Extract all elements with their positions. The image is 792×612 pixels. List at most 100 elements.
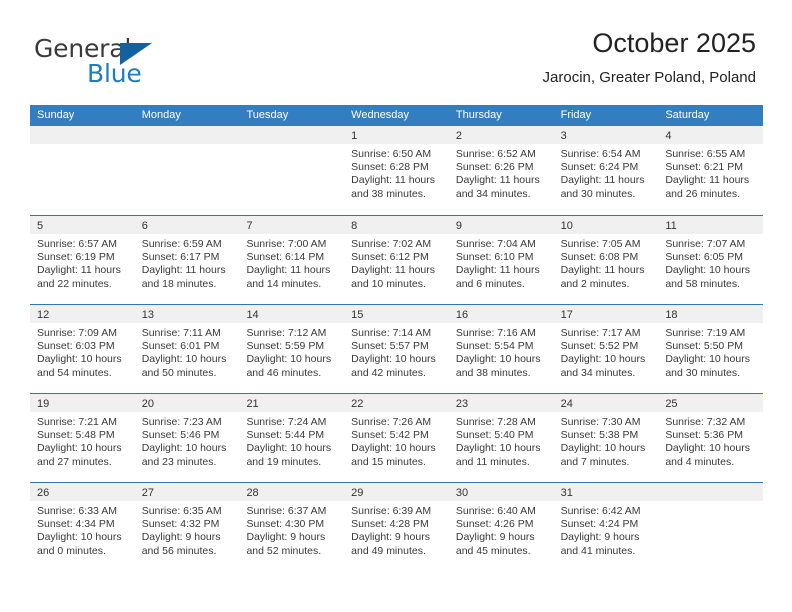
day-number-band: 18 <box>658 305 764 323</box>
daylight-text-line2: and 19 minutes. <box>246 455 322 468</box>
day-sun-info: Sunrise: 7:11 AM Sunset: 6:01 PM Daylight:… <box>135 323 240 380</box>
sunset-text: Sunset: 5:40 PM <box>455 429 534 442</box>
calendar-day-cell[interactable]: 8 Sunrise: 7:02 AM Sunset: 6:12 PM Daylight… <box>344 216 449 304</box>
day-sun-info: Sunrise: 6:55 AM Sunset: 6:21 PM Daylight:… <box>658 144 763 201</box>
calendar-day-cell[interactable]: 12 Sunrise: 7:09 AM Sunset: 6:03 PM Dayligh… <box>30 305 135 393</box>
calendar-day-cell[interactable]: 26 Sunrise: 6:33 AM Sunset: 4:34 PM Dayligh… <box>30 483 135 571</box>
calendar-day-cell[interactable]: 5 Sunrise: 6:57 AM Sunset: 6:19 PM Daylight… <box>30 216 135 304</box>
sunrise-text: Sunrise: 6:40 AM <box>455 505 536 517</box>
calendar-day-cell[interactable]: 7 Sunrise: 7:00 AM Sunset: 6:14 PM Daylight… <box>239 216 345 304</box>
day-sun-info: Sunrise: 7:12 AM Sunset: 5:59 PM Daylight:… <box>239 323 344 380</box>
day-number-band: 30 <box>448 483 554 501</box>
sunset-text: Sunset: 5:44 PM <box>246 429 325 442</box>
day-sun-info: Sunrise: 6:52 AM Sunset: 6:26 PM Daylight:… <box>449 144 554 201</box>
daylight-text-line1: Daylight: 10 hours <box>351 442 436 455</box>
calendar-day-cell[interactable]: 27 Sunrise: 6:35 AM Sunset: 4:32 PM Dayligh… <box>134 483 240 571</box>
calendar-day-cell[interactable]: 31 Sunrise: 6:42 AM Sunset: 4:24 PM Dayligh… <box>553 483 659 571</box>
weekday-header-sunday: Sunday <box>37 109 75 121</box>
calendar-day-cell[interactable]: 20 Sunrise: 7:23 AM Sunset: 5:46 PM Dayligh… <box>134 394 240 482</box>
daylight-text-line1: Daylight: 11 hours <box>455 174 540 187</box>
day-number: 3 <box>560 130 567 142</box>
day-number-band: 28 <box>239 483 345 501</box>
day-number: 2 <box>455 130 462 142</box>
daylight-text-line1: Daylight: 11 hours <box>560 174 645 187</box>
daylight-text-line2: and 58 minutes. <box>665 277 741 290</box>
day-sun-info: Sunrise: 6:59 AM Sunset: 6:17 PM Daylight:… <box>135 234 240 291</box>
location-subtitle: Jarocin, Greater Poland, Poland <box>542 69 756 86</box>
calendar-day-cell[interactable]: 9 Sunrise: 7:04 AM Sunset: 6:10 PM Daylight… <box>448 216 554 304</box>
daylight-text-line1: Daylight: 11 hours <box>37 264 121 277</box>
calendar-day-cell[interactable]: 21 Sunrise: 7:24 AM Sunset: 5:44 PM Dayligh… <box>239 394 345 482</box>
daylight-text-line1: Daylight: 11 hours <box>351 174 436 187</box>
calendar-day-cell[interactable]: 14 Sunrise: 7:12 AM Sunset: 5:59 PM Dayligh… <box>239 305 345 393</box>
day-number-band: 4 <box>658 126 764 144</box>
day-number-band: 31 <box>553 483 659 501</box>
day-number-band: 10 <box>553 216 659 234</box>
sunrise-text: Sunrise: 6:52 AM <box>455 148 536 160</box>
day-sun-info: Sunrise: 6:50 AM Sunset: 6:28 PM Daylight:… <box>344 144 449 201</box>
daylight-text-line2: and 54 minutes. <box>37 366 112 379</box>
calendar-day-cell[interactable]: 19 Sunrise: 7:21 AM Sunset: 5:48 PM Dayligh… <box>30 394 135 482</box>
daylight-text-line2: and 34 minutes. <box>560 366 636 379</box>
day-number: 6 <box>141 220 148 232</box>
sunset-text: Sunset: 5:52 PM <box>560 340 639 353</box>
day-number: 12 <box>37 309 50 321</box>
day-number-band: 25 <box>658 394 764 412</box>
day-number: 10 <box>560 220 573 232</box>
day-number-band: 7 <box>239 216 345 234</box>
daylight-text-line2: and 38 minutes. <box>351 187 426 200</box>
logo-text-blue: Blue <box>87 59 142 88</box>
calendar-day-cell[interactable]: 15 Sunrise: 7:14 AM Sunset: 5:57 PM Dayligh… <box>344 305 449 393</box>
daylight-text-line1: Daylight: 10 hours <box>246 442 332 455</box>
sunset-text: Sunset: 6:05 PM <box>665 251 743 264</box>
calendar-day-cell[interactable]: 25 Sunrise: 7:32 AM Sunset: 5:36 PM Dayligh… <box>658 394 764 482</box>
sunset-text: Sunset: 6:01 PM <box>141 340 220 353</box>
day-number-band: 5 <box>30 216 135 234</box>
sunrise-text: Sunrise: 6:57 AM <box>37 238 117 250</box>
sunrise-text: Sunrise: 6:59 AM <box>141 238 222 250</box>
daylight-text-line2: and 30 minutes. <box>560 187 636 200</box>
day-sun-info: Sunrise: 6:42 AM Sunset: 4:24 PM Daylight:… <box>554 501 659 558</box>
calendar-day-cell[interactable]: 11 Sunrise: 7:07 AM Sunset: 6:05 PM Dayligh… <box>658 216 764 304</box>
sunset-text: Sunset: 6:08 PM <box>560 251 639 264</box>
calendar-day-cell[interactable]: 13 Sunrise: 7:11 AM Sunset: 6:01 PM Dayligh… <box>134 305 240 393</box>
sunrise-text: Sunrise: 7:14 AM <box>351 327 432 339</box>
calendar-day-cell[interactable]: 28 Sunrise: 6:37 AM Sunset: 4:30 PM Dayligh… <box>239 483 345 571</box>
sunrise-text: Sunrise: 6:37 AM <box>246 505 327 517</box>
sunrise-text: Sunrise: 7:30 AM <box>560 416 641 428</box>
sunset-text: Sunset: 5:54 PM <box>455 340 534 353</box>
day-number-band: 12 <box>30 305 135 323</box>
day-sun-info: Sunrise: 6:57 AM Sunset: 6:19 PM Daylight:… <box>30 234 135 291</box>
calendar-day-cell[interactable]: 23 Sunrise: 7:28 AM Sunset: 5:40 PM Dayligh… <box>448 394 554 482</box>
sunset-text: Sunset: 4:26 PM <box>455 518 534 531</box>
sunrise-text: Sunrise: 6:50 AM <box>351 148 432 160</box>
day-number: 19 <box>37 398 50 410</box>
calendar-day-cell[interactable]: 10 Sunrise: 7:05 AM Sunset: 6:08 PM Dayligh… <box>553 216 659 304</box>
page-title: October 2025 <box>592 28 756 58</box>
calendar-day-cell[interactable]: 2 Sunrise: 6:52 AM Sunset: 6:26 PM Daylight… <box>448 126 554 215</box>
day-sun-info: Sunrise: 6:40 AM Sunset: 4:26 PM Daylight:… <box>449 501 554 558</box>
calendar-day-cell[interactable]: 24 Sunrise: 7:30 AM Sunset: 5:38 PM Dayligh… <box>553 394 659 482</box>
day-number-band <box>30 126 135 144</box>
calendar-day-cell[interactable]: 22 Sunrise: 7:26 AM Sunset: 5:42 PM Dayligh… <box>344 394 449 482</box>
calendar-day-cell[interactable]: 18 Sunrise: 7:19 AM Sunset: 5:50 PM Dayligh… <box>658 305 764 393</box>
calendar-day-cell[interactable]: 1 Sunrise: 6:50 AM Sunset: 6:28 PM Daylight… <box>344 126 449 215</box>
day-number: 5 <box>37 220 44 232</box>
sunset-text: Sunset: 6:17 PM <box>141 251 220 264</box>
calendar-weeks: 1 Sunrise: 6:50 AM Sunset: 6:28 PM Daylight… <box>30 126 764 571</box>
daylight-text-line1: Daylight: 10 hours <box>665 353 750 366</box>
sunrise-text: Sunrise: 6:35 AM <box>141 505 222 517</box>
calendar-day-cell[interactable]: 17 Sunrise: 7:17 AM Sunset: 5:52 PM Dayligh… <box>553 305 659 393</box>
day-number: 8 <box>351 220 358 232</box>
calendar-day-cell[interactable]: 30 Sunrise: 6:40 AM Sunset: 4:26 PM Dayligh… <box>448 483 554 571</box>
calendar-day-cell[interactable]: 6 Sunrise: 6:59 AM Sunset: 6:17 PM Daylight… <box>134 216 240 304</box>
calendar-day-cell[interactable]: 29 Sunrise: 6:39 AM Sunset: 4:28 PM Dayligh… <box>344 483 449 571</box>
day-number-band: 15 <box>344 305 449 323</box>
sunset-text: Sunset: 4:34 PM <box>37 518 115 531</box>
sunrise-text: Sunrise: 6:54 AM <box>560 148 641 160</box>
daylight-text-line1: Daylight: 10 hours <box>141 442 227 455</box>
calendar-day-cell[interactable]: 3 Sunrise: 6:54 AM Sunset: 6:24 PM Daylight… <box>553 126 659 215</box>
calendar-day-cell[interactable]: 16 Sunrise: 7:16 AM Sunset: 5:54 PM Dayligh… <box>448 305 554 393</box>
day-number-band: 2 <box>448 126 554 144</box>
calendar-day-cell[interactable]: 4 Sunrise: 6:55 AM Sunset: 6:21 PM Daylight… <box>658 126 764 215</box>
